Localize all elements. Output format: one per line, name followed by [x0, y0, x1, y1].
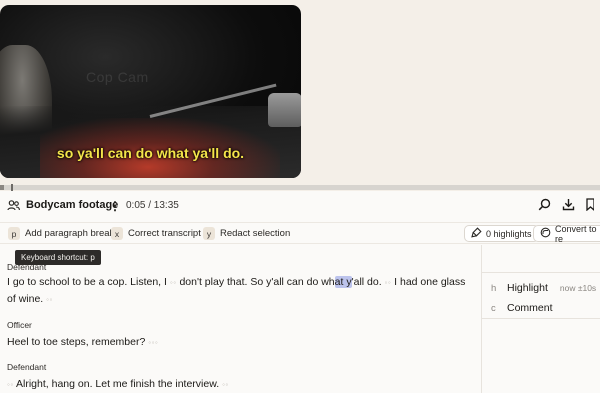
menu-item-hint: now ±10s [559, 283, 597, 293]
transcript-text[interactable]: don't play that. So y'all can do wh [179, 276, 334, 288]
convert-button[interactable]: Convert to re [533, 223, 600, 244]
speaker-label: Officer [7, 320, 32, 330]
pause-marker: ◦◦ [7, 380, 14, 389]
page-title: Bodycam footage [26, 199, 119, 211]
tooltip: Keyboard shortcut: p [15, 250, 101, 265]
highlights-button[interactable]: 0 highlights [464, 225, 539, 242]
pause-marker: ◦◦◦ [148, 338, 159, 347]
transcript-paragraph[interactable]: Heel to toe steps, remember? ◦◦◦ [7, 334, 477, 351]
transcript-paragraph[interactable]: ◦◦ Alright, hang on. Let me finish the i… [7, 376, 477, 393]
menu-item-comment[interactable]: c Comment [482, 298, 600, 318]
side-panel-header [482, 245, 600, 273]
transcript-text[interactable]: I go to school to be a cop. Listen, I [7, 276, 167, 288]
playback-time: 0:05 / 13:35 [126, 200, 179, 211]
pause-marker: ◦◦ [222, 380, 229, 389]
shortcut-key: h [491, 282, 497, 294]
divider [482, 318, 600, 319]
add-paragraph-break-button[interactable]: p Add paragraph break [8, 227, 114, 240]
transcript-text[interactable]: 'all do. [352, 276, 382, 288]
menu-item-highlight[interactable]: h Highlight now ±10s [482, 278, 600, 298]
text-highlight[interactable]: at y [334, 276, 352, 288]
video-caption: so ya'll can do what ya'll do. [56, 145, 245, 161]
bookmark-icon[interactable] [586, 198, 595, 216]
convert-label: Convert to re [555, 223, 597, 244]
pause-marker: ◦◦ [169, 278, 177, 287]
search-icon[interactable] [538, 198, 551, 216]
progress-fill [0, 185, 4, 190]
transcript-paragraph[interactable]: I go to school to be a cop. Listen, I ◦◦… [7, 274, 477, 308]
menu-item-label: Comment [507, 302, 553, 314]
side-panel: h Highlight now ±10s c Comment [481, 245, 600, 393]
more-vertical-icon[interactable]: ⋮ [109, 199, 121, 213]
menu-item-label: Highlight [507, 282, 548, 294]
pause-marker: ◦◦ [384, 278, 392, 287]
transcript-body: Defendant I go to school to be a cop. Li… [0, 245, 481, 393]
panel-header: Bodycam footage ⋮ 0:05 / 13:35 [0, 191, 600, 221]
pause-marker: ◦◦ [46, 295, 53, 304]
shortcut-key: y [203, 227, 215, 240]
video-player[interactable]: Cop Cam so ya'll can do what ya'll do. [0, 5, 301, 178]
tool-label: Add paragraph break [25, 228, 115, 239]
context-menu: h Highlight now ±10s c Comment [482, 278, 600, 319]
transcript-text[interactable]: Heel to toe steps, remember? [7, 336, 145, 348]
users-icon [7, 199, 20, 212]
download-icon[interactable] [562, 198, 575, 216]
video-watermark: Cop Cam [86, 69, 149, 85]
transcript-toolbar: p Add paragraph break x Correct transcri… [0, 222, 600, 244]
redact-selection-button[interactable]: y Redact selection [203, 227, 290, 240]
playback-progress[interactable] [0, 184, 600, 193]
parked-car [268, 93, 301, 127]
tool-label: Redact selection [220, 228, 291, 239]
highlighter-icon [471, 227, 482, 240]
highlights-count: 0 highlights [486, 228, 532, 239]
transcript-text[interactable]: wine. [19, 293, 44, 305]
shortcut-key: c [491, 302, 496, 314]
shortcut-key: p [8, 227, 20, 240]
speaker-label: Defendant [7, 362, 47, 372]
convert-icon [540, 227, 551, 240]
correct-transcript-button[interactable]: x Correct transcript [111, 227, 201, 240]
tool-label: Correct transcript [128, 228, 201, 239]
transcript-text[interactable]: Alright, hang on. Let me finish the inte… [16, 378, 219, 390]
shortcut-key: x [111, 227, 123, 240]
